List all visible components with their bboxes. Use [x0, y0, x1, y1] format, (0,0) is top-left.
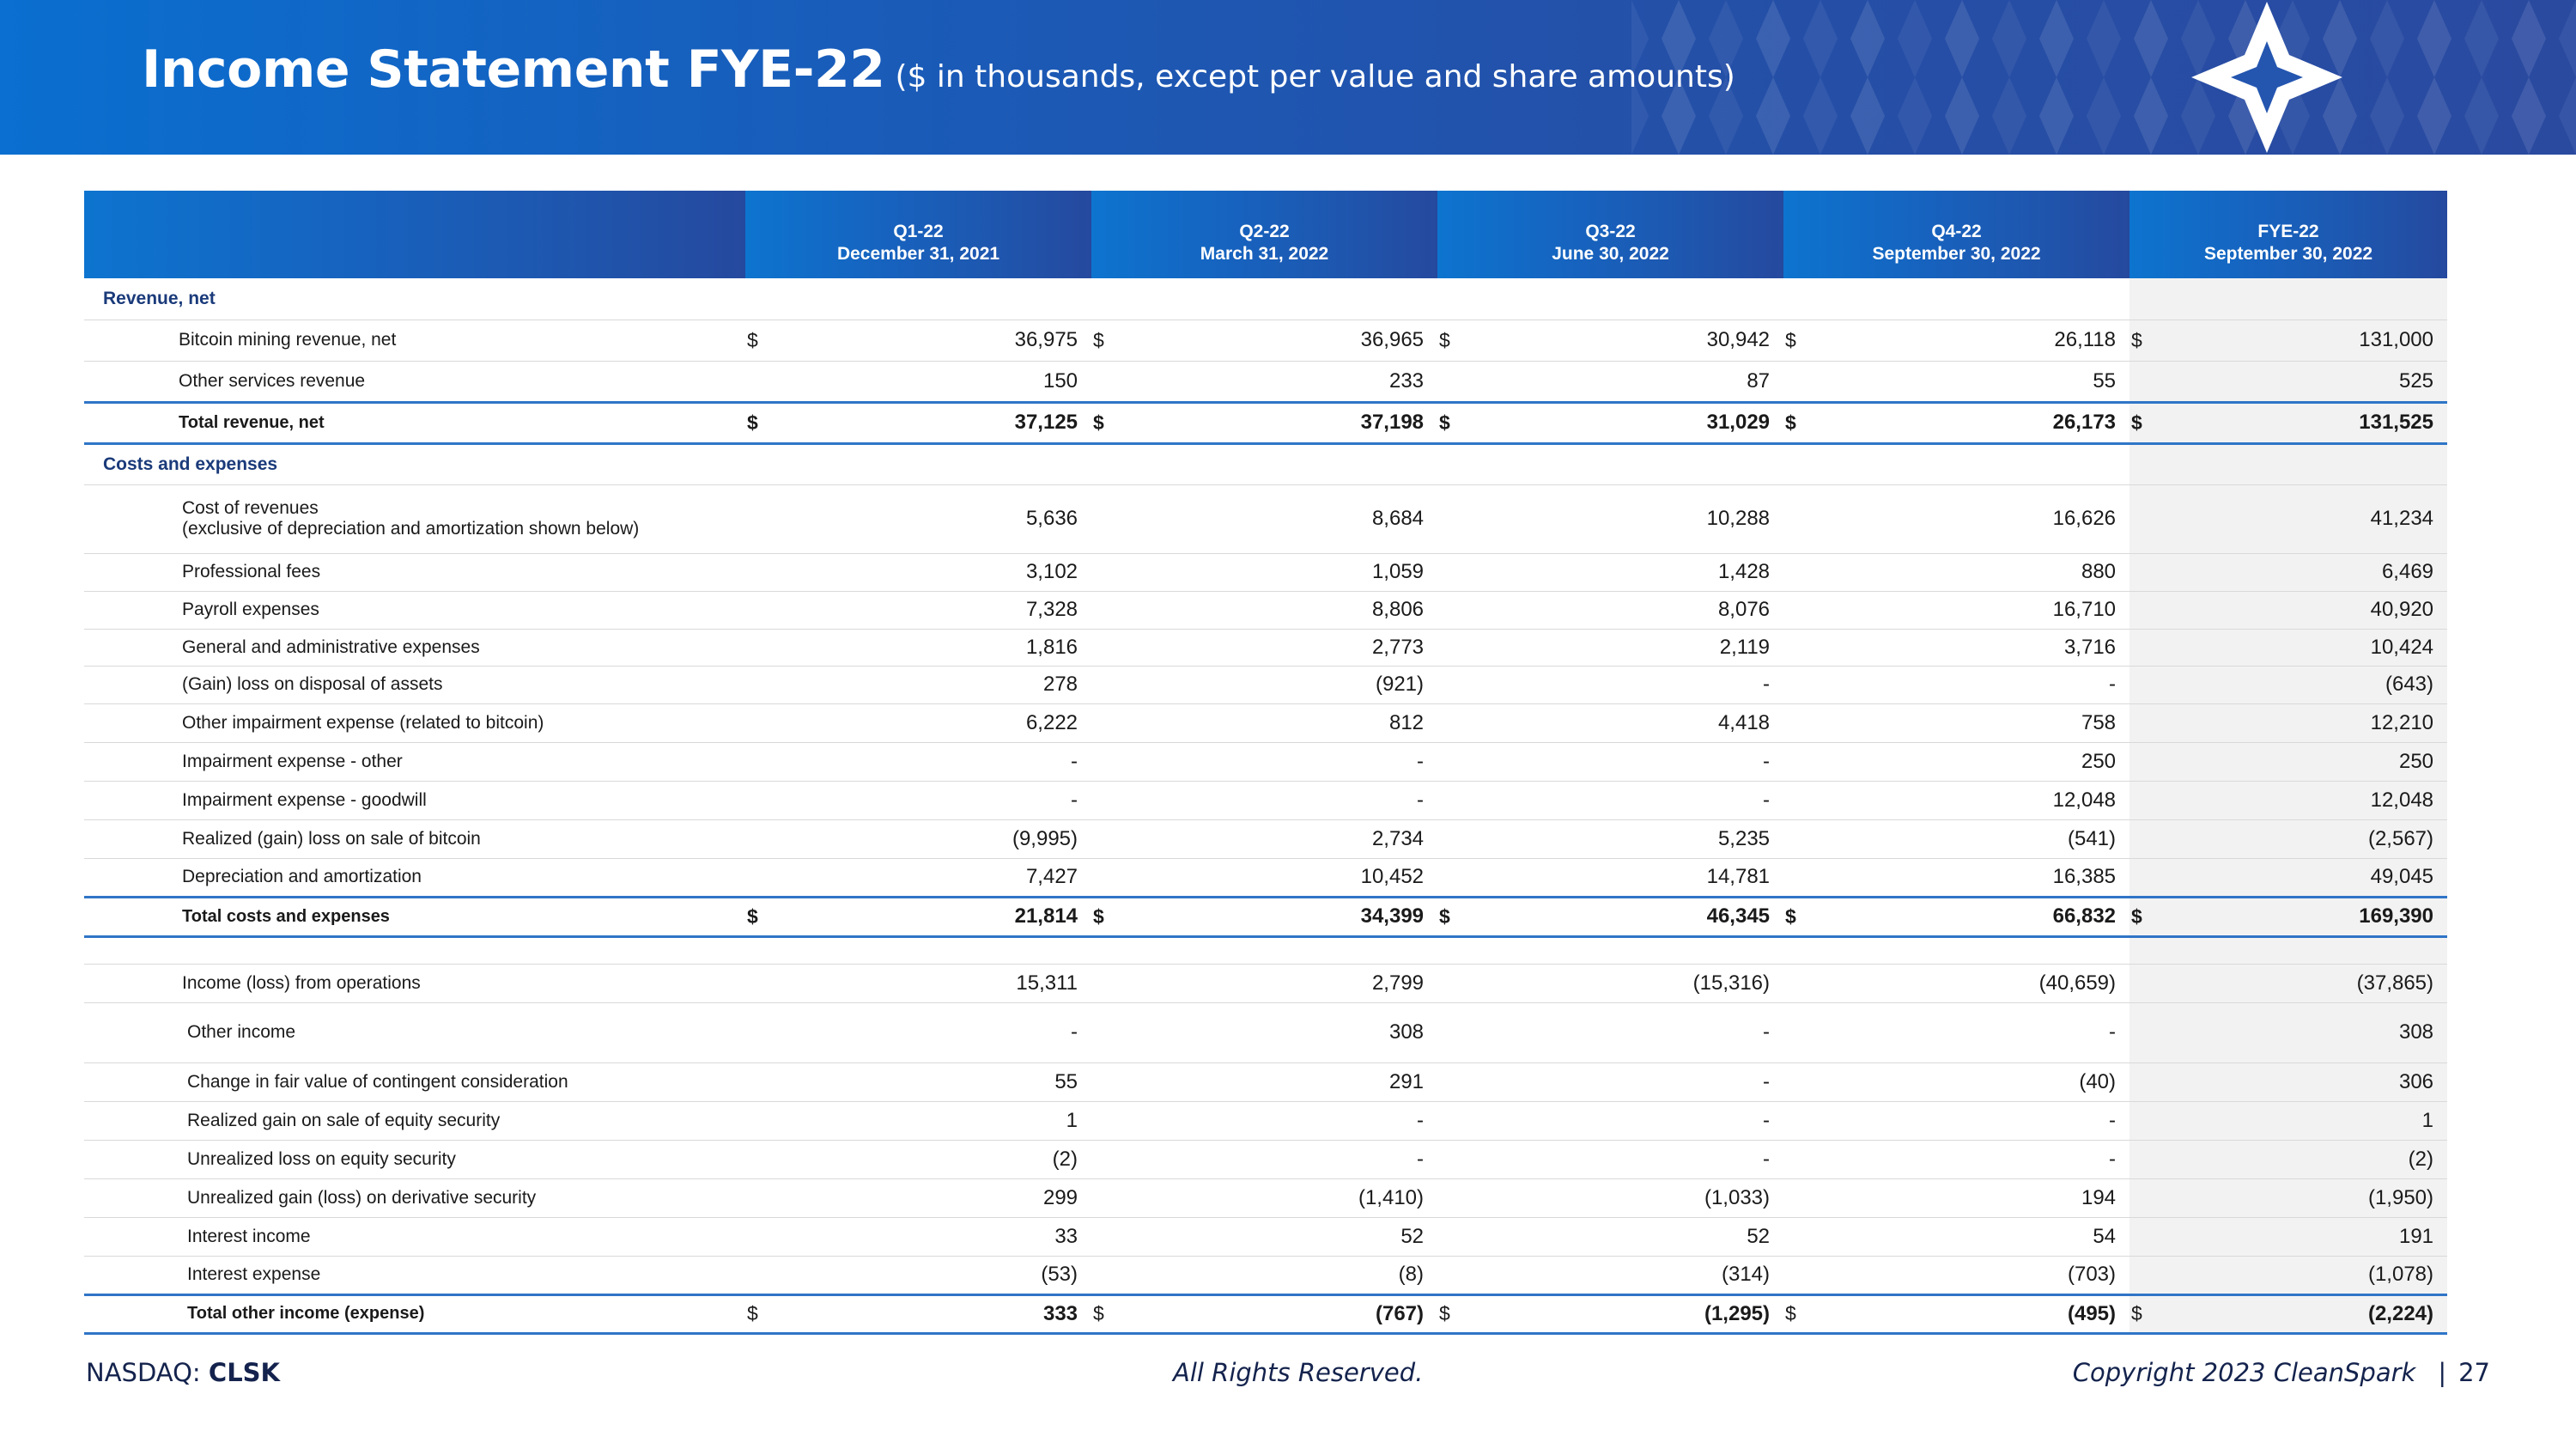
slide-header: Income Statement FYE-22 ($ in thousands, …: [0, 0, 2576, 155]
table-row: Interest income 33 52 52 54 191: [84, 1217, 2448, 1257]
table-row: Impairment expense - other - - - 250 250: [84, 742, 2448, 782]
table-row: Realized gain on sale of equity security…: [84, 1101, 2448, 1141]
table-row: Other impairment expense (related to bit…: [84, 703, 2448, 743]
rights-text: All Rights Reserved.: [1173, 1358, 1424, 1387]
table-row: Impairment expense - goodwill - - - 12,0…: [84, 781, 2448, 820]
column-header-q1: Q1-22 December 31, 2021: [745, 191, 1092, 278]
total-row: Total other income (expense) $333 $ (767)…: [84, 1294, 2448, 1335]
copyright-block: Copyright 2023 CleanSpark | 27: [2073, 1358, 2490, 1387]
table-row: Change in fair value of contingent consi…: [84, 1062, 2448, 1102]
table-row: (Gain) loss on disposal of assets 278 (9…: [84, 666, 2448, 704]
cleanspark-star-icon: [2191, 2, 2342, 153]
slide-footer: NASDAQ: CLSK All Rights Reserved. Copyri…: [0, 1353, 2576, 1396]
section-row-costs: Costs and expenses: [84, 443, 2448, 485]
table-row: Professional fees 3,102 1,059 1,428 880 …: [84, 553, 2448, 592]
ticker-symbol: CLSK: [208, 1358, 281, 1387]
table-row: Other services revenue 150 233 87 55 525: [84, 361, 2448, 404]
table-row: General and administrative expenses 1,81…: [84, 629, 2448, 667]
column-header-fye: FYE-22 September 30, 2022: [2129, 191, 2448, 278]
column-header-q2: Q2-22 March 31, 2022: [1091, 191, 1438, 278]
title-block: Income Statement FYE-22 ($ in thousands, …: [142, 40, 1735, 100]
table-row: Income (loss) from operations 15,311 2,7…: [84, 964, 2448, 1003]
income-statement-table: Q1-22 December 31, 2021 Q2-22 March 31, 20…: [84, 191, 2448, 1335]
section-row-revenue: Revenue, net: [84, 278, 2448, 320]
header-pattern: [1631, 0, 2576, 155]
total-row: Total costs and expenses $21,814 $34,399…: [84, 897, 2448, 938]
page-subtitle: ($ in thousands, except per value and sh…: [895, 59, 1735, 94]
column-header-q4: Q4-22 September 30, 2022: [1783, 191, 2130, 278]
table-row: Bitcoin mining revenue, net $36,975 $36,…: [84, 320, 2448, 362]
table-row: Realized (gain) loss on sale of bitcoin …: [84, 819, 2448, 859]
header-label-cell: [84, 191, 745, 278]
table-row: Unrealized gain (loss) on derivative sec…: [84, 1178, 2448, 1218]
table-header-row: Q1-22 December 31, 2021 Q2-22 March 31, 20…: [84, 191, 2448, 278]
page-title: Income Statement FYE-22: [142, 40, 885, 100]
table-row: Interest expense (53) (8) (314) (703) (1…: [84, 1256, 2448, 1296]
total-row: Total revenue, net $37,125 $37,198 $31,0…: [84, 402, 2448, 445]
page-number: 27: [2458, 1358, 2490, 1387]
spacer-row: [84, 936, 2448, 965]
table-row: Cost of revenues (exclusive of depreciati…: [84, 484, 2448, 554]
footer-separator: |: [2438, 1358, 2447, 1387]
column-header-q3: Q3-22 June 30, 2022: [1437, 191, 1784, 278]
table-row: Depreciation and amortization 7,427 10,4…: [84, 858, 2448, 898]
copyright-text: Copyright 2023 CleanSpark: [2072, 1358, 2416, 1387]
table-row: Unrealized loss on equity security (2) -…: [84, 1140, 2448, 1179]
table-row: Payroll expenses 7,328 8,806 8,076 16,71…: [84, 591, 2448, 630]
table-row: Other income - 308 - - 308: [84, 1002, 2448, 1063]
ticker-label: NASDAQ: CLSK: [86, 1358, 281, 1387]
